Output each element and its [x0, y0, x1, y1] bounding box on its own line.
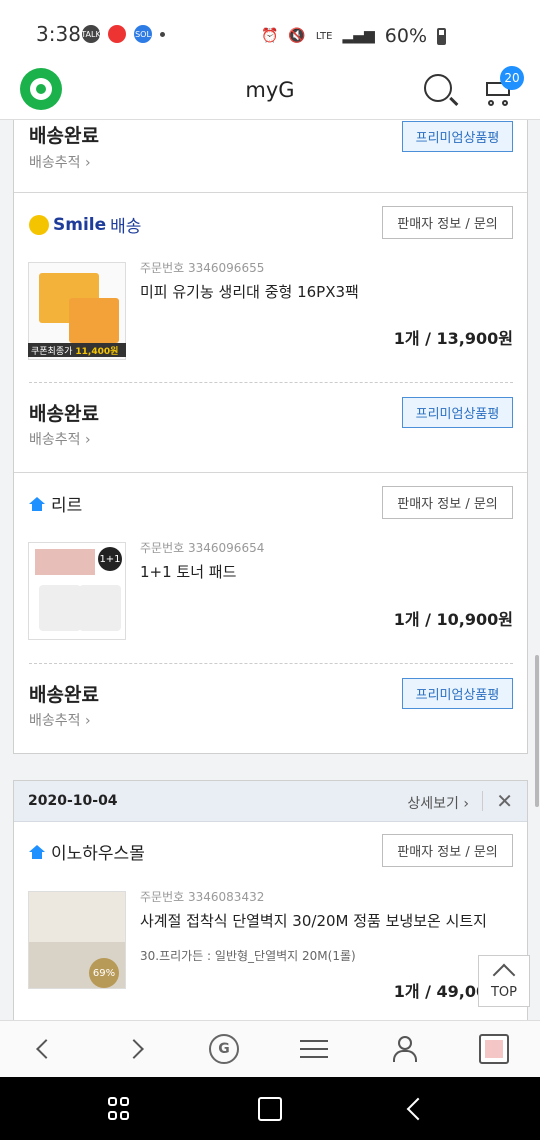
system-back-icon[interactable]: [406, 1097, 430, 1121]
order-date-group: 2020-10-04 상세보기 › ✕ 이노하우스몰 판매자 정보 / 문의 6…: [13, 780, 528, 1020]
house-icon: [29, 844, 45, 859]
home-icon[interactable]: [258, 1097, 282, 1121]
recent-view-icon[interactable]: [474, 1031, 514, 1067]
quantity-price: 1개 / 13,900원: [393, 329, 513, 348]
product-name[interactable]: 1+1 토너 패드: [140, 561, 236, 582]
order-card: 리르 판매자 정보 / 문의 1+1 주문번호 3346096654 1+1 토…: [13, 472, 528, 754]
battery-icon: [437, 27, 446, 45]
tracking-link[interactable]: 배송추적 ›: [29, 152, 91, 172]
seller-info-button[interactable]: 판매자 정보 / 문의: [382, 834, 513, 867]
smile-delivery-label: Smile 배송: [29, 212, 141, 237]
detail-link[interactable]: 상세보기 ›: [407, 793, 469, 813]
mute-icon: 🔇: [288, 28, 306, 44]
delivery-status: 배송완료: [29, 403, 99, 425]
one-plus-one-badge: 1+1: [98, 547, 122, 571]
house-icon: [29, 496, 45, 511]
delivery-status: 배송완료: [29, 125, 99, 147]
order-card: Smile 배송 판매자 정보 / 문의 쿠폰최종가 11,400원 주문번호 33…: [13, 192, 528, 473]
status-right-icons: ⏰ 🔇 LTE ▂▄▆ 60%: [261, 25, 446, 47]
alarm-icon: ⏰: [260, 28, 279, 44]
order-date-header: 2020-10-04 상세보기 › ✕: [14, 781, 527, 822]
signal-icon: ▂▄▆: [342, 28, 375, 44]
discount-badge: 69%: [89, 958, 119, 988]
battery-text: 60%: [384, 25, 427, 47]
order-date: 2020-10-04: [28, 793, 118, 809]
sol-icon: SOL: [134, 25, 152, 43]
scroll-top-button[interactable]: TOP: [478, 955, 530, 1007]
product-name[interactable]: 사계절 접착식 단열벽지 30/20M 정품 보냉보온 시트지: [140, 910, 487, 931]
premium-review-button[interactable]: 프리미엄상품평: [402, 397, 513, 428]
seller-name[interactable]: 이노하우스몰: [29, 839, 145, 864]
app-bar: myG 20: [0, 64, 540, 120]
more-dot-icon: [160, 31, 165, 37]
smile-icon: [29, 214, 49, 235]
quantity-price: 1개 / 10,900원: [393, 610, 513, 629]
back-icon[interactable]: [26, 1031, 66, 1067]
order-list: 배송완료 배송추적 › 프리미엄상품평 Smile 배송 판매자 정보 / 문의 …: [0, 120, 540, 1020]
g-home-icon[interactable]: G: [204, 1031, 244, 1067]
forward-icon[interactable]: [114, 1031, 154, 1067]
order-number: 주문번호 3346096654: [140, 541, 265, 555]
product-option: 30.프리가든 : 일반형_단열벽지 20M(1롤): [140, 949, 356, 963]
status-time: 3:38: [36, 22, 81, 46]
search-icon[interactable]: [424, 74, 452, 102]
system-nav-bar: [0, 1077, 540, 1140]
tracking-link[interactable]: 배송추적 ›: [29, 429, 91, 449]
lte-icon: LTE: [315, 30, 333, 42]
page-title: myG: [245, 78, 295, 102]
seller-name[interactable]: 리르: [29, 491, 82, 516]
seller-info-button[interactable]: 판매자 정보 / 문의: [382, 206, 513, 239]
notification-icons: TALK SOL: [81, 25, 165, 43]
order-number: 주문번호 3346083432: [140, 890, 265, 904]
close-icon[interactable]: ✕: [496, 789, 513, 813]
product-thumbnail[interactable]: 69%: [28, 891, 126, 989]
cart-count-badge: 20: [500, 66, 524, 90]
delivery-status: 배송완료: [29, 684, 99, 706]
bottom-toolbar: G: [0, 1020, 540, 1077]
status-bar: 3:38 TALK SOL ⏰ 🔇 LTE ▂▄▆ 60%: [0, 0, 540, 64]
tracking-link[interactable]: 배송추적 ›: [29, 710, 91, 730]
product-name[interactable]: 미피 유기농 생리대 중형 16PX3팩: [140, 281, 359, 302]
talk-icon: TALK: [81, 25, 101, 43]
order-card: 배송완료 배송추적 › 프리미엄상품평: [13, 120, 528, 193]
seller-info-button[interactable]: 판매자 정보 / 문의: [382, 486, 513, 519]
person-icon[interactable]: [384, 1031, 424, 1067]
recent-apps-icon[interactable]: [108, 1097, 132, 1121]
megaphone-icon: [108, 25, 126, 43]
order-number: 주문번호 3346096655: [140, 261, 265, 275]
scrollbar[interactable]: [535, 655, 539, 807]
premium-review-button[interactable]: 프리미엄상품평: [402, 678, 513, 709]
coupon-final-price: 쿠폰최종가 11,400원: [28, 343, 126, 357]
premium-review-button[interactable]: 프리미엄상품평: [402, 121, 513, 152]
menu-icon[interactable]: [294, 1031, 334, 1067]
